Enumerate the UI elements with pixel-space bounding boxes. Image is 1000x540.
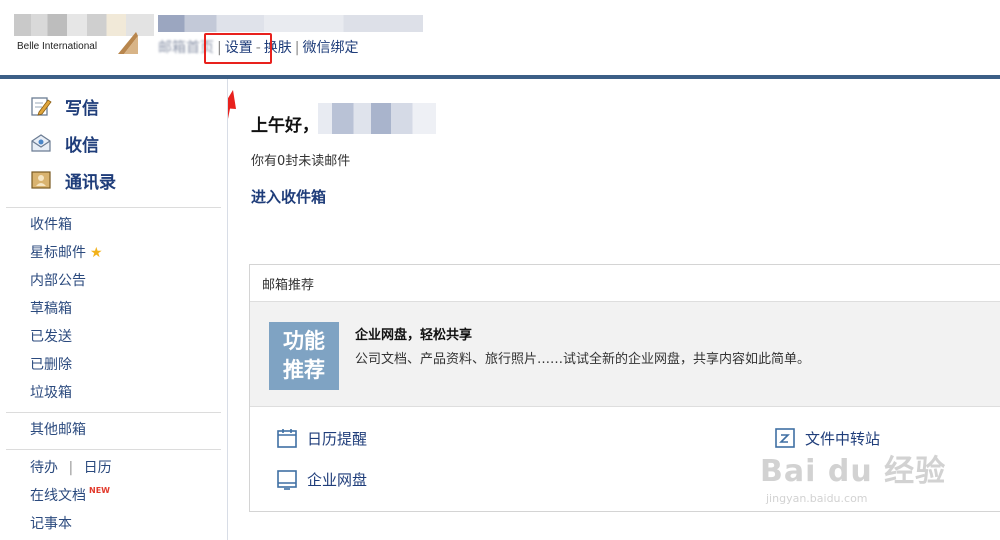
sidebar-item-announcements[interactable]: 内部公告: [30, 271, 86, 291]
watermark-sub: jingyan.baidu.com: [766, 492, 868, 505]
receive-button[interactable]: 收信: [30, 130, 99, 156]
recommend-title: 邮箱推荐: [262, 278, 315, 293]
feature-description: 公司文档、产品资料、旅行照片……试试全新的企业网盘，共享内容如此简单。: [355, 352, 811, 367]
contacts-label: 通讯录: [65, 172, 116, 193]
username-blurred: [318, 103, 436, 134]
badge-line2: 推荐: [283, 358, 325, 382]
feature-banner[interactable]: 功能 推荐 企业网盘，轻松共享 公司文档、产品资料、旅行照片……试试全新的企业网…: [250, 301, 1000, 407]
receive-label: 收信: [65, 135, 99, 156]
sidebar: 写信 收信 通讯录 收件箱 星标邮件 ★ 内部公告 草稿箱 已发送 已删除 垃圾…: [0, 79, 228, 540]
unread-count-text: 你有0封未读邮件: [251, 154, 351, 169]
top-header: Belle International 邮箱首页 | 设置 - 换肤 | 微信绑定: [0, 0, 1000, 75]
logo-mark-icon: [118, 32, 138, 54]
user-account-blurred: [158, 15, 423, 32]
sidebar-item-drafts[interactable]: 草稿箱: [30, 299, 72, 319]
logo-text: Belle International: [17, 41, 98, 52]
settings-highlight-box: [204, 33, 272, 64]
starred-label: 星标邮件: [30, 245, 86, 261]
sidebar-divider: [6, 449, 221, 450]
greeting-text: 上午好，: [251, 116, 319, 136]
contacts-icon: [30, 169, 52, 191]
sidebar-item-deleted[interactable]: 已删除: [30, 355, 72, 375]
wechat-bind-link[interactable]: 微信绑定: [303, 40, 359, 56]
baidu-watermark: Bai du 经验 jingyan.baidu.com: [760, 446, 946, 505]
sidebar-item-calendar[interactable]: 日历: [84, 460, 112, 476]
watermark-main: Bai du 经验: [760, 454, 947, 489]
compose-button[interactable]: 写信: [30, 93, 99, 119]
new-badge: NEW: [89, 486, 110, 495]
badge-line1: 功能: [283, 329, 325, 353]
cloud-disk-label: 企业网盘: [307, 470, 368, 489]
calendar-icon: [276, 427, 298, 449]
sidebar-item-starred[interactable]: 星标邮件 ★: [30, 243, 103, 263]
tools-separator: |: [68, 460, 74, 476]
sidebar-item-notebook[interactable]: 记事本: [30, 514, 72, 534]
star-icon: ★: [90, 245, 103, 261]
sidebar-item-inbox[interactable]: 收件箱: [30, 215, 72, 235]
compose-icon: [30, 95, 52, 117]
feature-title: 企业网盘，轻松共享: [355, 328, 473, 343]
sidebar-item-online-docs[interactable]: 在线文档 NEW: [30, 486, 110, 506]
tool-calendar-reminder[interactable]: 日历提醒: [276, 427, 367, 449]
mail-app: Belle International 邮箱首页 | 设置 - 换肤 | 微信绑定: [0, 0, 1000, 540]
sidebar-tools-row: 待办 | 日历: [30, 458, 112, 478]
tool-cloud-disk[interactable]: 企业网盘: [276, 468, 367, 490]
sidebar-item-todo[interactable]: 待办: [30, 460, 58, 476]
sidebar-item-trash[interactable]: 垃圾箱: [30, 383, 72, 403]
sidebar-item-other-mailbox[interactable]: 其他邮箱: [30, 420, 86, 440]
feature-badge: 功能 推荐: [269, 322, 339, 390]
inbox-envelope-icon: [30, 132, 52, 154]
sidebar-item-sent[interactable]: 已发送: [30, 327, 72, 347]
sidebar-divider: [6, 207, 221, 208]
online-docs-label: 在线文档: [30, 488, 86, 504]
contacts-button[interactable]: 通讯录: [30, 167, 116, 193]
cloud-disk-icon: [276, 468, 298, 490]
enter-inbox-link[interactable]: 进入收件箱: [251, 186, 326, 207]
sidebar-divider: [6, 412, 221, 413]
calendar-reminder-label: 日历提醒: [307, 429, 368, 448]
compose-label: 写信: [65, 98, 99, 119]
